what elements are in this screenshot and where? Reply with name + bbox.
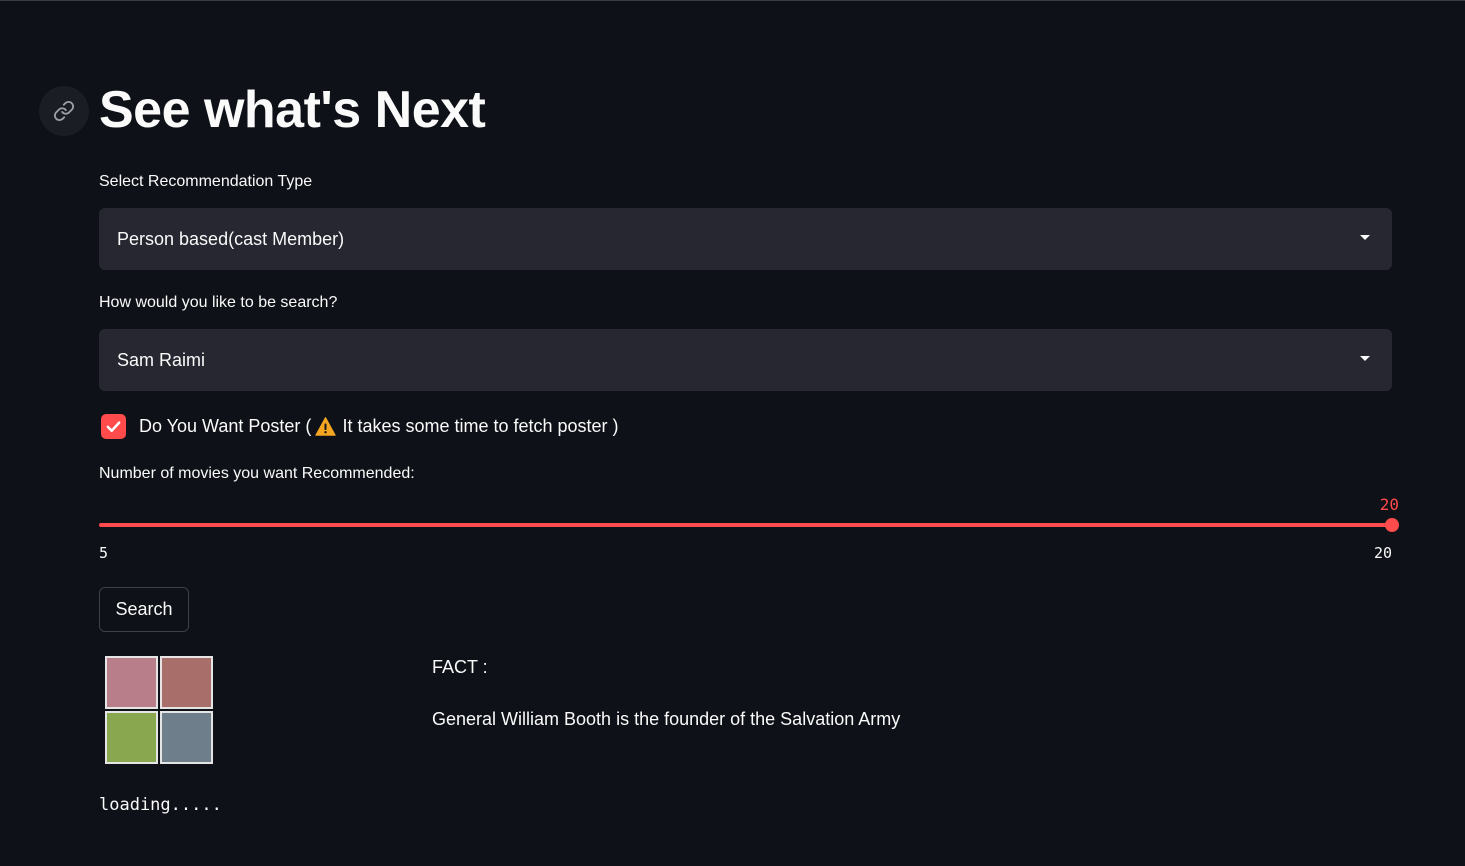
poster-label-end: It takes some time to fetch poster ) <box>342 415 619 436</box>
main-content: Select Recommendation Type Person based(… <box>99 0 1399 866</box>
slider-track[interactable] <box>99 523 1392 527</box>
poster-checkbox[interactable] <box>101 413 126 439</box>
recommendation-type-select[interactable]: Person based(cast Member) <box>99 208 1392 270</box>
loading-image-tile <box>105 656 158 709</box>
chevron-down-icon <box>1360 356 1370 361</box>
slider-max-value: 20 <box>1373 544 1392 562</box>
loading-status: loading..... <box>99 795 222 815</box>
header-anchor-link[interactable] <box>39 86 89 136</box>
slider-min-value: 5 <box>99 544 109 562</box>
slider-thumb[interactable] <box>1385 518 1399 532</box>
fact-text: General William Booth is the founder of … <box>432 709 901 729</box>
search-by-label: How would you like to be search? <box>99 294 338 311</box>
poster-checkbox-label: Do You Want Poster ( It takes some time … <box>139 416 619 437</box>
fact-heading: FACT : <box>432 657 488 677</box>
chevron-down-icon <box>1360 235 1370 240</box>
poster-option[interactable]: Do You Want Poster ( It takes some time … <box>101 413 619 439</box>
loading-image-tile <box>105 711 158 764</box>
slider-current-value: 20 <box>1379 495 1399 514</box>
loading-image <box>105 656 213 766</box>
search-button[interactable]: Search <box>99 587 189 632</box>
movie-count-slider[interactable]: 20 5 20 <box>99 495 1399 565</box>
recommendation-type-label: Select Recommendation Type <box>99 173 313 190</box>
search-by-value: Sam Raimi <box>117 349 206 370</box>
movie-count-label: Number of movies you want Recommended: <box>99 465 415 482</box>
recommendation-type-value: Person based(cast Member) <box>117 228 345 249</box>
checkmark-icon <box>106 420 121 432</box>
poster-label-start: Do You Want Poster ( <box>139 415 312 436</box>
warning-icon <box>315 416 337 436</box>
loading-image-tile <box>160 656 213 709</box>
link-icon <box>53 100 75 122</box>
search-by-select[interactable]: Sam Raimi <box>99 329 1392 391</box>
loading-image-tile <box>160 711 213 764</box>
